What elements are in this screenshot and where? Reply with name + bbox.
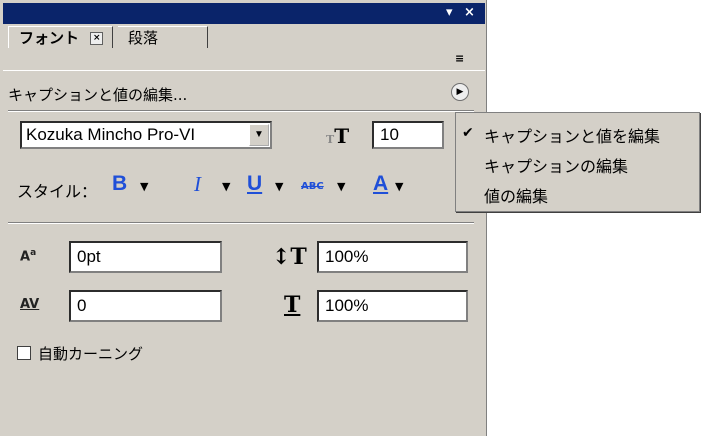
style-label: スタイル： — [17, 182, 98, 201]
vertical-scale-input[interactable]: 100% — [317, 241, 468, 273]
horizontal-scale-value: 100% — [325, 296, 369, 315]
panel-menu-icon[interactable]: ≡ — [455, 52, 464, 65]
caption-edit-label[interactable]: キャプションと値の編集... — [8, 84, 187, 105]
vertical-scale-value: 100% — [325, 247, 369, 266]
tab-paragraph[interactable]: 段落 — [118, 26, 208, 48]
tab-divider — [3, 70, 485, 71]
baseline-shift-icon: Aa — [20, 248, 37, 265]
tab-font[interactable]: フォント × — [8, 26, 113, 48]
font-size-value: 10 — [380, 125, 399, 144]
chevron-down-icon[interactable]: ▼ — [249, 124, 269, 146]
italic-icon[interactable]: I — [194, 172, 201, 197]
font-size-input[interactable]: 10 — [372, 121, 444, 149]
menu-item-edit-caption-and-value[interactable]: キャプションと値を編集 — [484, 123, 660, 147]
play-icon: ▶ — [456, 87, 464, 97]
strikethrough-icon[interactable]: ABC — [301, 181, 324, 192]
horizontal-scale-input[interactable]: 100% — [317, 290, 468, 322]
close-icon[interactable]: × — [464, 5, 475, 21]
menu-item-edit-value[interactable]: 値の編集 — [484, 183, 548, 207]
font-family-select[interactable]: Kozuka Mincho Pro-VI ▼ — [20, 121, 272, 149]
underline-icon[interactable]: U — [247, 172, 262, 196]
tracking-input[interactable]: 0 — [69, 290, 222, 322]
text-color-icon[interactable]: A — [373, 172, 388, 196]
caption-menu-button[interactable]: ▶ — [451, 83, 469, 101]
tracking-value: 0 — [77, 296, 87, 315]
underline-dropdown-icon[interactable]: ▼ — [275, 180, 283, 193]
baseline-shift-value: 0pt — [77, 247, 101, 266]
collapse-icon[interactable]: ▾ — [446, 5, 453, 21]
baseline-shift-input[interactable]: 0pt — [69, 241, 222, 273]
tab-close-icon[interactable]: × — [90, 32, 104, 45]
tracking-icon: AV — [20, 297, 40, 312]
strikethrough-dropdown-icon[interactable]: ▼ — [337, 180, 345, 193]
vertical-scale-icon: ↕T — [272, 244, 307, 270]
tab-strip: フォント × 段落 ≡ — [0, 24, 487, 71]
bold-dropdown-icon[interactable]: ▼ — [140, 180, 148, 193]
horizontal-scale-icon: T — [284, 292, 301, 318]
checkmark-icon: ✔ — [462, 125, 474, 141]
character-panel: ▾ × フォント × 段落 ≡ キャプションと値の編集... ▶ Kozuka … — [0, 0, 487, 436]
font-size-icon: TT — [326, 124, 350, 148]
tab-font-label: フォント — [19, 29, 80, 47]
tab-paragraph-label: 段落 — [128, 29, 159, 47]
font-family-value: Kozuka Mincho Pro-VI — [26, 125, 196, 144]
text-color-dropdown-icon[interactable]: ▼ — [395, 180, 403, 193]
bold-icon[interactable]: B — [112, 172, 127, 196]
auto-kerning-label: 自動カーニング — [38, 345, 144, 363]
auto-kerning-checkbox[interactable] — [17, 346, 31, 360]
divider — [8, 111, 474, 112]
italic-dropdown-icon[interactable]: ▼ — [222, 180, 230, 193]
menu-item-edit-caption[interactable]: キャプションの編集 — [484, 153, 628, 177]
panel-titlebar[interactable]: ▾ × — [3, 3, 485, 24]
caption-popup-menu: ✔ キャプションと値を編集 キャプションの編集 値の編集 — [455, 112, 700, 212]
divider — [8, 223, 474, 224]
